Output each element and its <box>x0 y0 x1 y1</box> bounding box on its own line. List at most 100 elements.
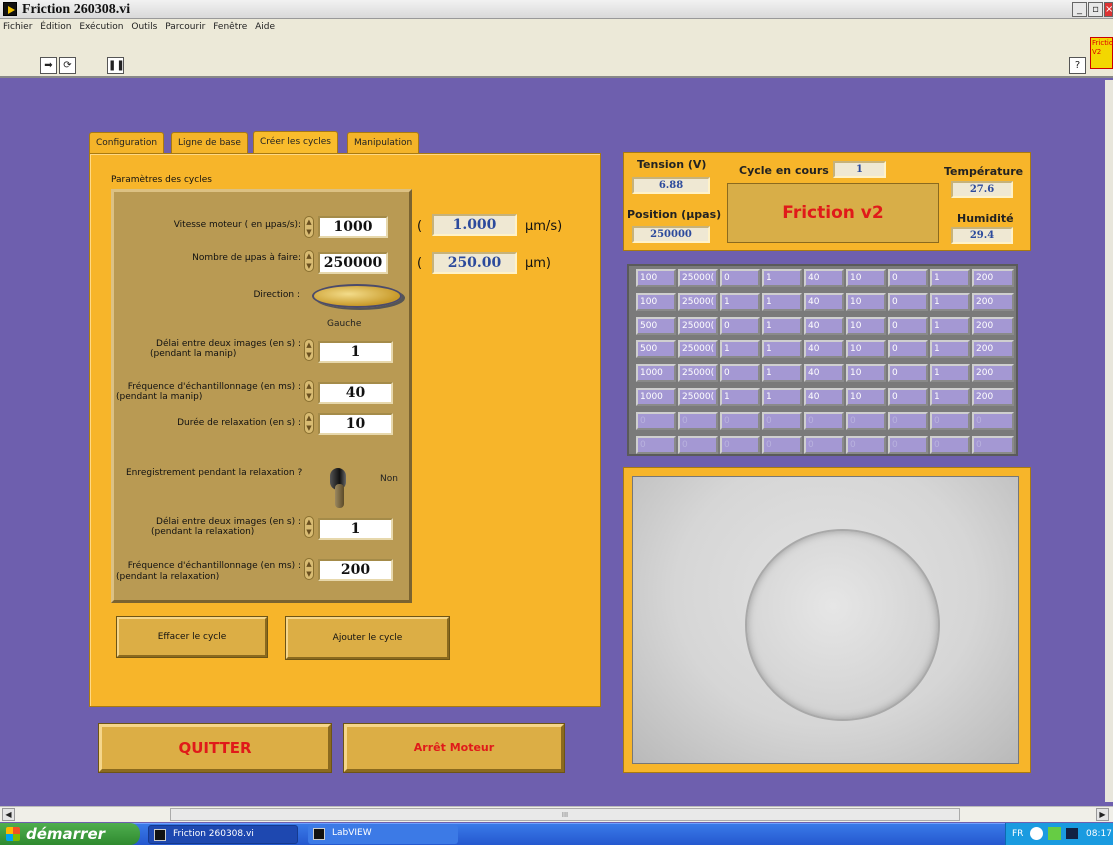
tab-ligne-de-base[interactable]: Ligne de base <box>171 132 248 154</box>
table-cell[interactable]: 1 <box>762 269 802 287</box>
scroll-right-icon[interactable]: ▶ <box>1096 808 1109 821</box>
table-cell[interactable]: 1 <box>720 293 760 311</box>
minimize-icon[interactable]: _ <box>1072 2 1087 17</box>
table-cell[interactable]: 10 <box>846 340 886 358</box>
table-cell[interactable]: 0 <box>720 364 760 382</box>
horizontal-scrollbar[interactable]: ◀ III ▶ <box>0 806 1113 822</box>
table-cell[interactable]: 500 <box>636 317 676 335</box>
table-cell[interactable]: 0 <box>888 340 928 358</box>
table-cell[interactable]: 0 <box>888 269 928 287</box>
table-cell[interactable]: 40 <box>804 269 844 287</box>
table-cell[interactable]: 10 <box>846 388 886 406</box>
table-cell[interactable]: 100 <box>636 293 676 311</box>
table-cell[interactable]: 0 <box>636 436 676 454</box>
menu-fichier[interactable]: Fichier <box>3 22 32 32</box>
table-cell[interactable]: 200 <box>972 364 1014 382</box>
table-cell[interactable]: 25000( <box>678 269 718 287</box>
menu-aide[interactable]: Aide <box>255 22 275 32</box>
network-icon[interactable] <box>1048 827 1061 840</box>
close-icon[interactable]: × <box>1104 2 1113 17</box>
task-labview[interactable]: LabVIEW <box>308 825 458 844</box>
table-cell[interactable]: 0 <box>804 412 844 430</box>
direction-toggle[interactable] <box>312 284 402 308</box>
freq-manip-stepper[interactable]: ▲ ▼ <box>304 380 314 402</box>
table-cell[interactable]: 0 <box>846 412 886 430</box>
freq-relax-stepper[interactable]: ▲ ▼ <box>304 558 314 580</box>
table-cell[interactable]: 25000( <box>678 317 718 335</box>
table-cell[interactable]: 1 <box>762 340 802 358</box>
table-cell[interactable]: 1 <box>762 293 802 311</box>
table-cell[interactable]: 40 <box>804 340 844 358</box>
help-icon[interactable]: ? <box>1069 57 1086 74</box>
table-cell[interactable]: 0 <box>804 436 844 454</box>
table-cell[interactable]: 0 <box>888 364 928 382</box>
table-cell[interactable]: 0 <box>720 317 760 335</box>
speed-stepper[interactable]: ▲ ▼ <box>304 216 314 238</box>
table-cell[interactable]: 10 <box>846 293 886 311</box>
table-cell[interactable]: 500 <box>636 340 676 358</box>
table-cell[interactable]: 1000 <box>636 388 676 406</box>
vertical-scrollbar[interactable] <box>1105 80 1113 802</box>
maximize-icon[interactable]: ▫ <box>1088 2 1103 17</box>
relax-duration-input[interactable]: 10 <box>318 413 393 435</box>
start-button[interactable]: démarrer <box>0 823 140 845</box>
menu-execution[interactable]: Exécution <box>79 22 123 32</box>
table-cell[interactable]: 1 <box>762 388 802 406</box>
delay-manip-input[interactable]: 1 <box>318 341 393 363</box>
table-cell[interactable]: 0 <box>888 388 928 406</box>
scroll-thumb[interactable]: III <box>170 808 960 821</box>
scroll-left-icon[interactable]: ◀ <box>2 808 15 821</box>
table-cell[interactable]: 0 <box>888 293 928 311</box>
table-cell[interactable]: 40 <box>804 364 844 382</box>
table-cell[interactable]: 0 <box>888 436 928 454</box>
pause-icon[interactable]: ❚❚ <box>107 57 125 74</box>
table-cell[interactable]: 200 <box>972 317 1014 335</box>
delay-relax-stepper[interactable]: ▲ ▼ <box>304 516 314 538</box>
table-cell[interactable]: 1 <box>930 340 970 358</box>
run-continuously-icon[interactable]: ⟳ <box>59 57 76 74</box>
table-cell[interactable]: 0 <box>720 269 760 287</box>
back-arrow-icon[interactable] <box>1030 827 1043 840</box>
table-cell[interactable]: 0 <box>972 436 1014 454</box>
table-cell[interactable]: 10 <box>846 364 886 382</box>
table-cell[interactable]: 0 <box>846 436 886 454</box>
table-cell[interactable]: 1 <box>720 340 760 358</box>
add-cycle-button[interactable]: Ajouter le cycle <box>286 617 449 659</box>
table-cell[interactable]: 0 <box>930 412 970 430</box>
table-cell[interactable]: 0 <box>720 412 760 430</box>
speed-input[interactable]: 1000 <box>318 216 388 238</box>
freq-relax-input[interactable]: 200 <box>318 559 393 581</box>
table-cell[interactable]: 10 <box>846 317 886 335</box>
table-cell[interactable]: 0 <box>762 436 802 454</box>
table-cell[interactable]: 0 <box>678 436 718 454</box>
stop-motor-button[interactable]: Arrêt Moteur <box>344 724 564 772</box>
table-cell[interactable]: 1 <box>930 269 970 287</box>
tab-creer-les-cycles[interactable]: Créer les cycles <box>253 131 338 155</box>
menu-outils[interactable]: Outils <box>131 22 157 32</box>
menu-fenetre[interactable]: Fenêtre <box>213 22 247 32</box>
freq-manip-input[interactable]: 40 <box>318 382 393 404</box>
table-cell[interactable]: 25000( <box>678 340 718 358</box>
table-cell[interactable]: 100 <box>636 269 676 287</box>
table-cell[interactable]: 25000( <box>678 364 718 382</box>
table-cell[interactable]: 1 <box>762 317 802 335</box>
quit-button[interactable]: QUITTER <box>99 724 331 772</box>
table-cell[interactable]: 0 <box>762 412 802 430</box>
table-cell[interactable]: 0 <box>636 412 676 430</box>
steps-stepper[interactable]: ▲ ▼ <box>304 250 314 272</box>
tab-configuration[interactable]: Configuration <box>89 132 165 154</box>
table-cell[interactable]: 1 <box>930 317 970 335</box>
clear-cycle-button[interactable]: Effacer le cycle <box>117 617 267 657</box>
table-cell[interactable]: 0 <box>720 436 760 454</box>
table-cell[interactable]: 200 <box>972 340 1014 358</box>
table-cell[interactable]: 1000 <box>636 364 676 382</box>
table-cell[interactable]: 1 <box>720 388 760 406</box>
menu-parcourir[interactable]: Parcourir <box>165 22 205 32</box>
steps-input[interactable]: 250000 <box>318 252 388 274</box>
table-cell[interactable]: 0 <box>930 436 970 454</box>
record-relax-switch[interactable] <box>322 462 358 510</box>
table-cell[interactable]: 200 <box>972 388 1014 406</box>
table-cell[interactable]: 40 <box>804 317 844 335</box>
delay-manip-stepper[interactable]: ▲ ▼ <box>304 339 314 361</box>
table-cell[interactable]: 40 <box>804 388 844 406</box>
